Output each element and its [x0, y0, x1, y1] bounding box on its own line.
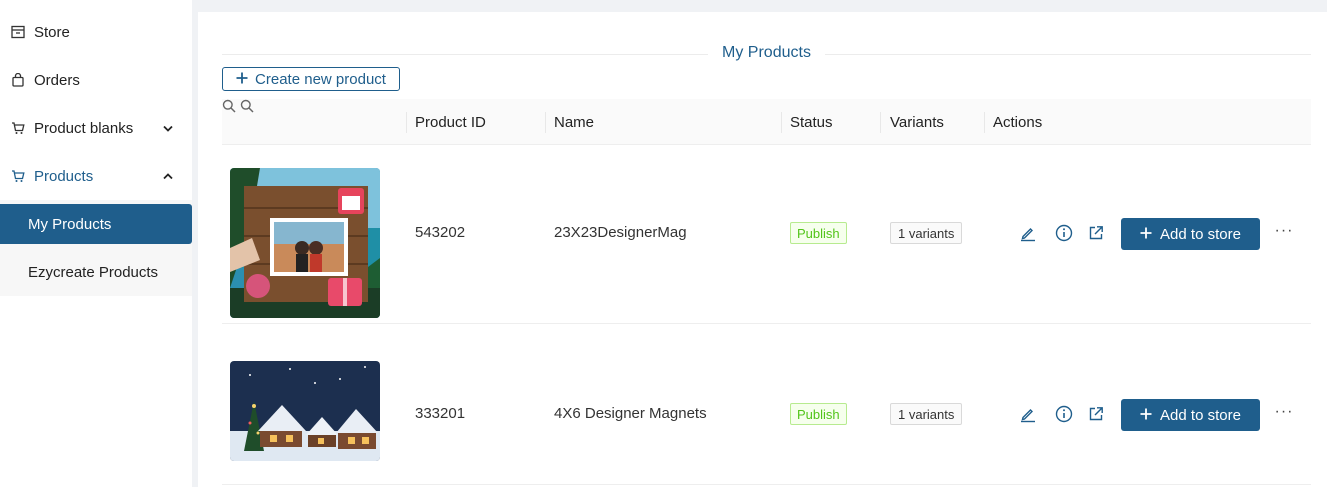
sidebar-item-label: Ezycreate Products	[28, 263, 159, 281]
column-header-status: Status	[790, 113, 833, 131]
sidebar-item-label: My Products	[28, 215, 112, 233]
bag-icon	[10, 72, 26, 88]
products-submenu: My Products Ezycreate Products	[0, 200, 192, 296]
chevron-up-icon[interactable]	[162, 170, 174, 182]
sidebar-item-label: Store	[34, 23, 70, 41]
store-icon	[10, 24, 26, 40]
add-to-store-button[interactable]: Add to store	[1121, 218, 1260, 250]
add-to-store-label: Add to store	[1160, 225, 1241, 243]
variants-badge[interactable]: 1 variants	[890, 222, 963, 244]
create-new-product-button[interactable]: Create new product	[222, 67, 400, 91]
plus-icon	[1140, 403, 1152, 426]
column-header-actions: Actions	[993, 113, 1043, 131]
edit-icon[interactable]	[1018, 223, 1038, 243]
sidebar-item-label: Product blanks	[34, 119, 134, 137]
status-badge: Publish	[790, 403, 847, 425]
create-new-product-label: Create new product	[255, 70, 386, 88]
sidebar: Store Orders Product blanks Products My …	[0, 0, 192, 487]
product-id: 333201	[415, 405, 466, 422]
product-thumbnail[interactable]	[230, 168, 380, 318]
column-separator	[406, 112, 407, 133]
sidebar-item-label: Orders	[34, 71, 80, 89]
product-name: 23X23DesignerMag	[554, 224, 687, 241]
column-separator	[880, 112, 881, 133]
external-link-icon[interactable]	[1086, 223, 1106, 243]
search-icon[interactable]	[222, 99, 240, 117]
column-header-variants: Variants	[890, 113, 944, 131]
cart-icon	[10, 120, 26, 136]
more-options-icon[interactable]: ···	[1274, 402, 1294, 422]
info-icon[interactable]	[1054, 404, 1074, 424]
sidebar-item-store[interactable]: Store	[0, 10, 192, 54]
sidebar-item-products[interactable]: Products	[0, 154, 192, 198]
search-icon[interactable]	[240, 99, 254, 117]
product-thumbnail[interactable]	[230, 361, 380, 461]
plus-icon	[1140, 222, 1152, 245]
product-id: 543202	[415, 224, 466, 241]
page-title: My Products	[222, 44, 1311, 62]
table-header: Product ID Name Status Variants Actions	[222, 99, 1311, 145]
main-content: My Products Create new product Product I…	[198, 12, 1327, 487]
page-title-row: My Products	[222, 42, 1311, 66]
sidebar-item-product-blanks[interactable]: Product blanks	[0, 106, 192, 150]
more-options-icon[interactable]: ···	[1274, 221, 1294, 241]
external-link-icon[interactable]	[1086, 404, 1106, 424]
product-name: 4X6 Designer Magnets	[554, 405, 707, 422]
column-separator	[984, 112, 985, 133]
sidebar-item-ezycreate-products[interactable]: Ezycreate Products	[0, 252, 192, 292]
table-row[interactable]: 543202 23X23DesignerMag Publish 1 varian…	[222, 146, 1311, 324]
variants-badge[interactable]: 1 variants	[890, 403, 963, 425]
cart-icon	[10, 168, 26, 184]
sidebar-item-my-products[interactable]: My Products	[0, 204, 192, 244]
add-to-store-button[interactable]: Add to store	[1121, 399, 1260, 431]
column-header-name: Name	[554, 113, 595, 131]
sidebar-item-label: Products	[34, 167, 94, 185]
edit-icon[interactable]	[1018, 404, 1038, 424]
sidebar-item-orders[interactable]: Orders	[0, 58, 192, 102]
plus-icon	[236, 68, 248, 88]
column-separator	[781, 112, 782, 133]
add-to-store-label: Add to store	[1160, 406, 1241, 424]
column-separator	[545, 112, 546, 133]
table-row[interactable]: 333201 4X6 Designer Magnets Publish 1 va…	[222, 325, 1311, 485]
status-badge: Publish	[790, 222, 847, 244]
column-header-product-id: Product ID	[415, 113, 486, 131]
info-icon[interactable]	[1054, 223, 1074, 243]
chevron-down-icon[interactable]	[162, 122, 174, 134]
